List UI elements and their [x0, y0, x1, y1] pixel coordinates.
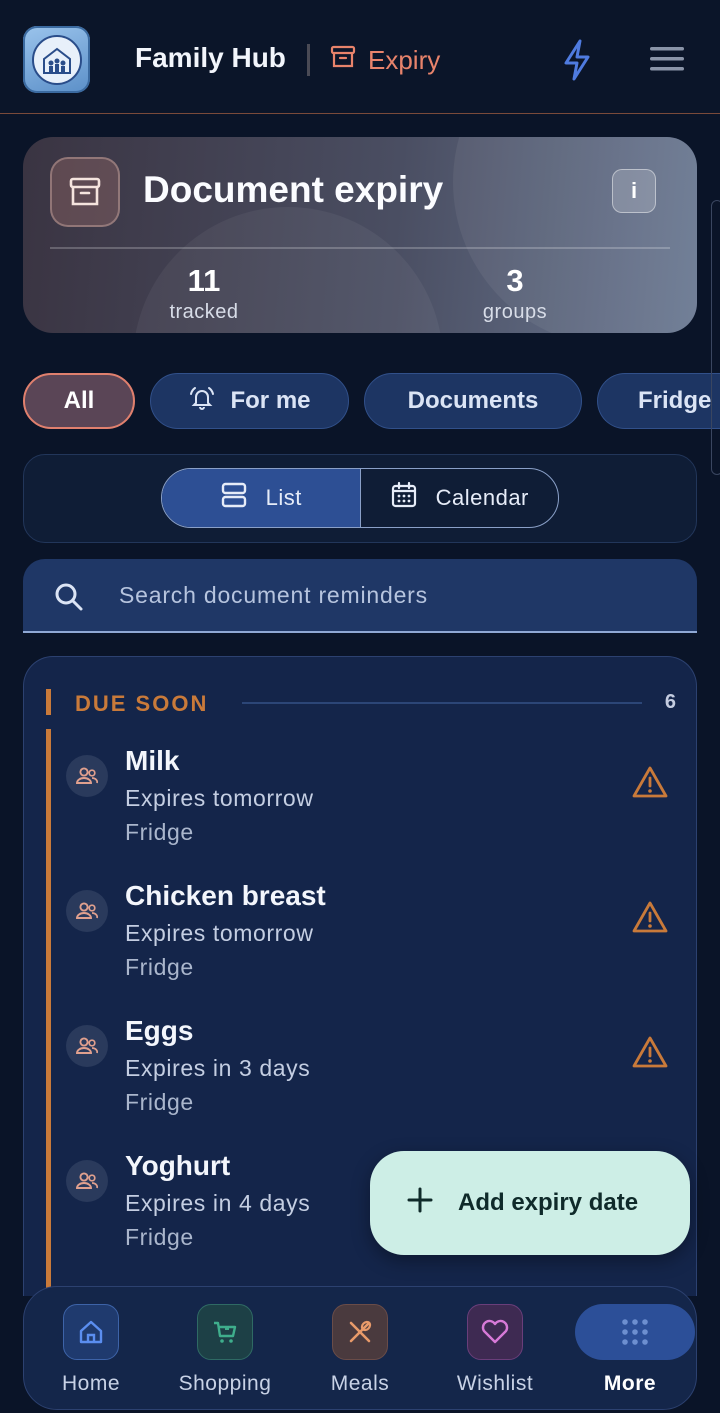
- stat-label: tracked: [169, 301, 239, 323]
- calendar-label: Calendar: [435, 485, 529, 510]
- item-status: Expires tomorrow: [125, 920, 314, 946]
- chip-label: For me: [230, 387, 311, 414]
- app-logo[interactable]: [23, 26, 90, 93]
- section-label: Expiry: [368, 45, 441, 75]
- bottom-navigation: Home Shopping Meals Wishlist More: [23, 1286, 697, 1410]
- nav-item-wishlist[interactable]: Wishlist: [428, 1287, 562, 1411]
- chip-label: Fridge: [638, 387, 712, 414]
- list-label: List: [265, 485, 302, 510]
- item-status: Expires in 4 days: [125, 1190, 311, 1216]
- summary-hero-card: Document expiry i 11 tracked 3 groups: [23, 137, 697, 333]
- info-button[interactable]: i: [612, 169, 656, 213]
- warning-icon: [632, 765, 668, 799]
- page-title: Document expiry: [143, 169, 444, 210]
- stat-groups: 3 groups: [415, 263, 615, 324]
- nav-label: Meals: [330, 1372, 390, 1395]
- family-logo-icon: [31, 34, 82, 85]
- list-icon: [220, 481, 248, 515]
- nav-item-shopping[interactable]: Shopping: [158, 1287, 292, 1411]
- filter-chip-all[interactable]: All: [23, 373, 135, 429]
- home-icon: [63, 1304, 119, 1360]
- fab-label: Add expiry date: [458, 1189, 639, 1216]
- nav-label: Shopping: [178, 1372, 272, 1395]
- stat-tracked: 11 tracked: [104, 263, 304, 324]
- item-status: Expires in 3 days: [125, 1055, 311, 1081]
- plus-icon: [406, 1186, 434, 1221]
- search-input[interactable]: [119, 559, 679, 631]
- shared-users-icon: [66, 1160, 108, 1202]
- list-item[interactable]: Chicken breast Expires tomorrow Fridge: [66, 880, 676, 1000]
- item-status: Expires tomorrow: [125, 785, 314, 811]
- archive-box-icon: [50, 157, 120, 227]
- shared-users-icon: [66, 890, 108, 932]
- group-accent-bar: [46, 689, 51, 715]
- app-title: Family Hub: [135, 42, 286, 73]
- stat-value: 3: [506, 263, 524, 298]
- item-category: Fridge: [125, 1224, 194, 1250]
- hamburger-menu-icon[interactable]: [648, 44, 686, 74]
- view-toggle: List Calendar: [161, 468, 559, 528]
- search-icon: [53, 581, 85, 613]
- list-item[interactable]: Milk Expires tomorrow Fridge: [66, 745, 676, 865]
- item-name: Chicken breast: [125, 880, 326, 911]
- nav-label: Wishlist: [456, 1372, 534, 1395]
- top-bar: Family Hub Expiry: [0, 0, 720, 114]
- item-name: Yoghurt: [125, 1150, 231, 1181]
- nav-item-home[interactable]: Home: [24, 1287, 158, 1411]
- list-view-button[interactable]: List: [162, 469, 361, 527]
- chip-label: All: [63, 387, 95, 414]
- group-rail: [46, 729, 51, 1296]
- calendar-icon: [390, 481, 418, 515]
- stat-label: groups: [482, 301, 548, 323]
- filter-chip-fridge[interactable]: Fridge: [597, 373, 720, 429]
- title-divider: [307, 44, 310, 76]
- item-category: Fridge: [125, 1089, 194, 1115]
- add-expiry-date-button[interactable]: Add expiry date: [370, 1151, 690, 1255]
- heart-icon: [467, 1304, 523, 1360]
- filter-chip-documents[interactable]: Documents: [364, 373, 582, 429]
- group-header: DUE SOON 6: [46, 689, 676, 719]
- scrollbar[interactable]: [711, 200, 720, 475]
- section-breadcrumb[interactable]: Expiry: [330, 44, 440, 77]
- nav-label: Home: [61, 1372, 121, 1395]
- shared-users-icon: [66, 755, 108, 797]
- group-title: DUE SOON: [75, 691, 209, 716]
- group-divider: [242, 702, 642, 704]
- nav-item-meals[interactable]: Meals: [293, 1287, 427, 1411]
- calendar-view-button[interactable]: Calendar: [361, 469, 559, 527]
- grid-icon: [575, 1304, 695, 1360]
- list-item[interactable]: Eggs Expires in 3 days Fridge: [66, 1015, 676, 1135]
- warning-icon: [632, 900, 668, 934]
- group-count: 6: [664, 691, 676, 713]
- warning-icon: [632, 1035, 668, 1069]
- stat-value: 11: [187, 263, 221, 298]
- nav-label: More: [603, 1372, 657, 1395]
- utensils-icon: [332, 1304, 388, 1360]
- archive-icon: [330, 44, 356, 77]
- search-bar: [23, 559, 697, 633]
- bell-ring-icon: [188, 384, 216, 419]
- item-category: Fridge: [125, 819, 194, 845]
- item-name: Eggs: [125, 1015, 194, 1046]
- nav-item-more[interactable]: More: [563, 1287, 697, 1411]
- chip-label: Documents: [407, 387, 539, 414]
- filter-chip-for-me[interactable]: For me: [150, 373, 349, 429]
- shared-users-icon: [66, 1025, 108, 1067]
- item-category: Fridge: [125, 954, 194, 980]
- divider: [50, 247, 670, 249]
- cart-icon: [197, 1304, 253, 1360]
- quick-actions-bolt-icon[interactable]: [560, 38, 594, 82]
- item-name: Milk: [125, 745, 180, 776]
